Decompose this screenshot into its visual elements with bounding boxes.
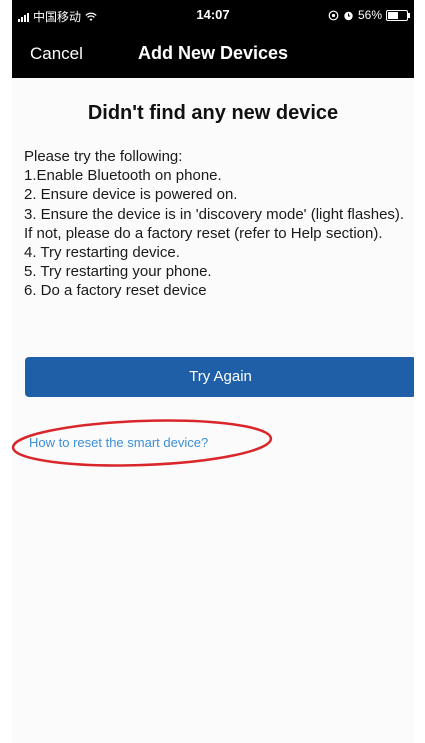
instruction-line: 1.Enable Bluetooth on phone.	[24, 167, 222, 185]
page-title: Add New Devices	[137, 43, 289, 63]
location-icon	[328, 10, 339, 20]
instruction-line: 4. Try restarting device.	[24, 244, 180, 262]
status-right: 56%	[328, 8, 410, 22]
try-again-button[interactable]: Try Again	[25, 357, 414, 397]
instruction-line: 2. Ensure device is powered on.	[24, 186, 238, 204]
alarm-icon	[344, 11, 353, 20]
battery-icon	[386, 9, 410, 21]
battery-percent: 56%	[357, 8, 382, 22]
result-heading: Didn't find any new device	[87, 102, 339, 124]
instruction-line: Please try the following:	[24, 148, 183, 165]
troubleshooting-instructions: Please try the following: 1.Enable Bluet…	[24, 147, 414, 301]
instruction-line: 6. Do a factory reset device	[24, 282, 207, 300]
status-bar: 中国移动 14:07 56%	[12, 0, 414, 30]
instruction-line: 3. Ensure the device is in 'discovery mo…	[24, 205, 405, 242]
navigation-bar: Cancel Add New Devices	[12, 30, 414, 78]
instruction-line: 5. Try restarting your phone.	[24, 263, 212, 281]
phone-screen: 中国移动 14:07 56% Cancel Add New Devices Di…	[12, 0, 414, 743]
reset-help-link[interactable]: How to reset the smart device?	[29, 435, 208, 450]
